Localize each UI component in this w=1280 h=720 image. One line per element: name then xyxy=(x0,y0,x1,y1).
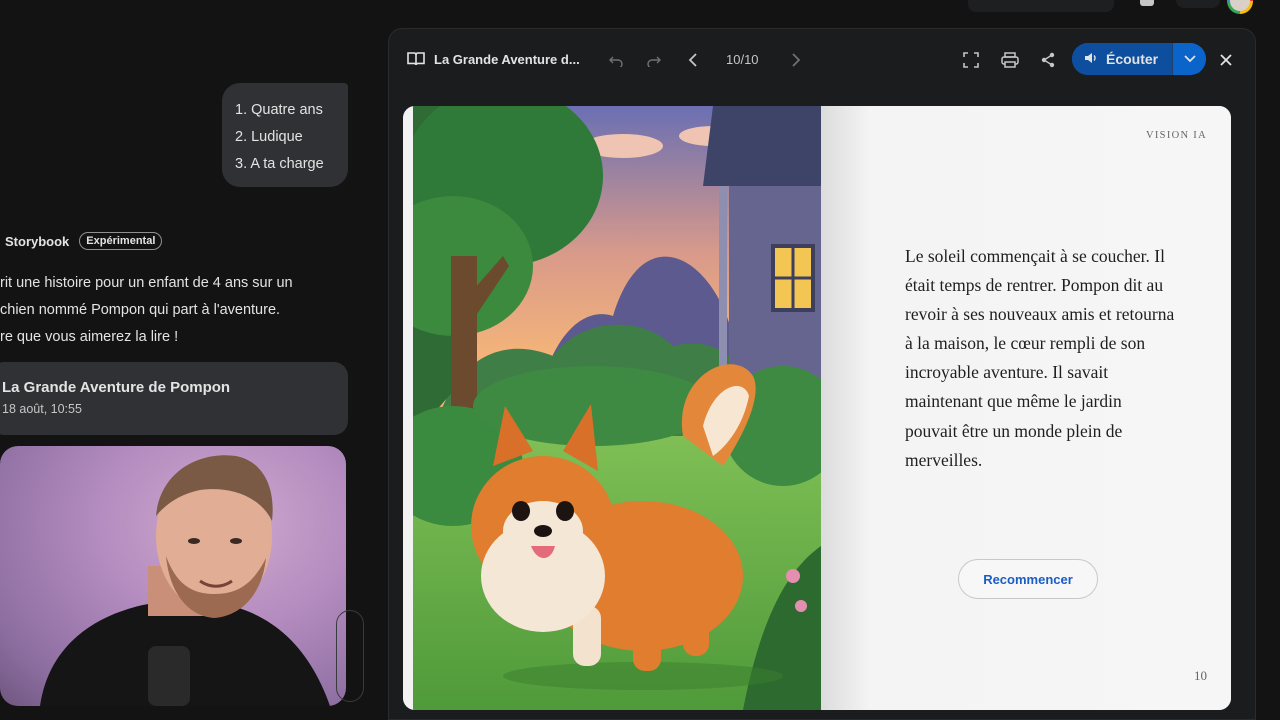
user-message-line: 3. A ta charge xyxy=(235,156,324,172)
page-counter: 10/10 xyxy=(726,52,759,67)
chevron-right-icon[interactable] xyxy=(786,50,806,70)
account-avatar[interactable] xyxy=(1227,0,1253,14)
bot-name: Storybook xyxy=(5,233,70,249)
brand-label: VISION IA xyxy=(1146,130,1207,141)
viewer-title: La Grande Aventure d... xyxy=(434,52,580,67)
viewer-toolbar: La Grande Aventure d... 10/10 Écouter xyxy=(389,29,1255,91)
user-message-line: 2. Ludique xyxy=(235,129,303,145)
share-icon[interactable] xyxy=(1038,50,1058,70)
top-search-pill[interactable] xyxy=(968,0,1114,12)
storybook: VISION IA Le soleil commençait à se couc… xyxy=(403,106,1231,710)
bot-message-line: re que vous aimerez la lire ! xyxy=(0,329,179,345)
experimental-badge: Expérimental xyxy=(79,232,163,250)
left-page xyxy=(403,106,821,710)
listen-button[interactable]: Écouter xyxy=(1072,43,1172,75)
presenter-silhouette xyxy=(40,455,330,706)
restart-button[interactable]: Recommencer xyxy=(958,559,1098,599)
bot-message-line: rit une histoire pour un enfant de 4 ans… xyxy=(0,275,293,291)
chevron-left-icon[interactable] xyxy=(683,50,703,70)
story-illustration xyxy=(413,106,821,710)
webcam-video xyxy=(0,446,346,706)
bot-header: Storybook Expérimental xyxy=(5,232,163,250)
story-card-date: 18 août, 10:55 xyxy=(2,402,82,416)
bot-message-line: chien nommé Pompon qui part à l'aventure… xyxy=(0,302,281,318)
story-text: Le soleil commençait à se coucher. Il ét… xyxy=(905,246,1175,470)
apps-icon[interactable] xyxy=(1140,0,1154,6)
open-book-icon xyxy=(405,49,427,69)
user-message-line: 1. Quatre ans xyxy=(235,102,323,118)
story-card-title: La Grande Aventure de Pompon xyxy=(2,379,231,396)
close-icon[interactable] xyxy=(1216,50,1236,70)
undo-icon[interactable] xyxy=(606,51,626,71)
print-icon[interactable] xyxy=(1000,50,1020,70)
listen-button-group: Écouter xyxy=(1072,43,1206,75)
right-page: VISION IA Le soleil commençait à se couc… xyxy=(821,106,1231,710)
user-message-bubble: 1. Quatre ans 2. Ludique 3. A ta charge xyxy=(222,83,348,187)
chevron-down-icon[interactable] xyxy=(1172,43,1206,75)
story-card[interactable]: La Grande Aventure de Pompon 18 août, 10… xyxy=(0,362,348,435)
volume-icon xyxy=(1084,51,1098,67)
top-button[interactable] xyxy=(1176,0,1220,8)
fullscreen-icon[interactable] xyxy=(961,50,981,70)
webcam-handle[interactable] xyxy=(336,610,364,702)
listen-label: Écouter xyxy=(1106,51,1159,67)
bot-message: rit une histoire pour un enfant de 4 ans… xyxy=(0,270,340,351)
redo-icon[interactable] xyxy=(644,51,664,71)
page-number: 10 xyxy=(1194,668,1207,683)
book-viewer: La Grande Aventure d... 10/10 Écouter VI… xyxy=(388,28,1256,720)
